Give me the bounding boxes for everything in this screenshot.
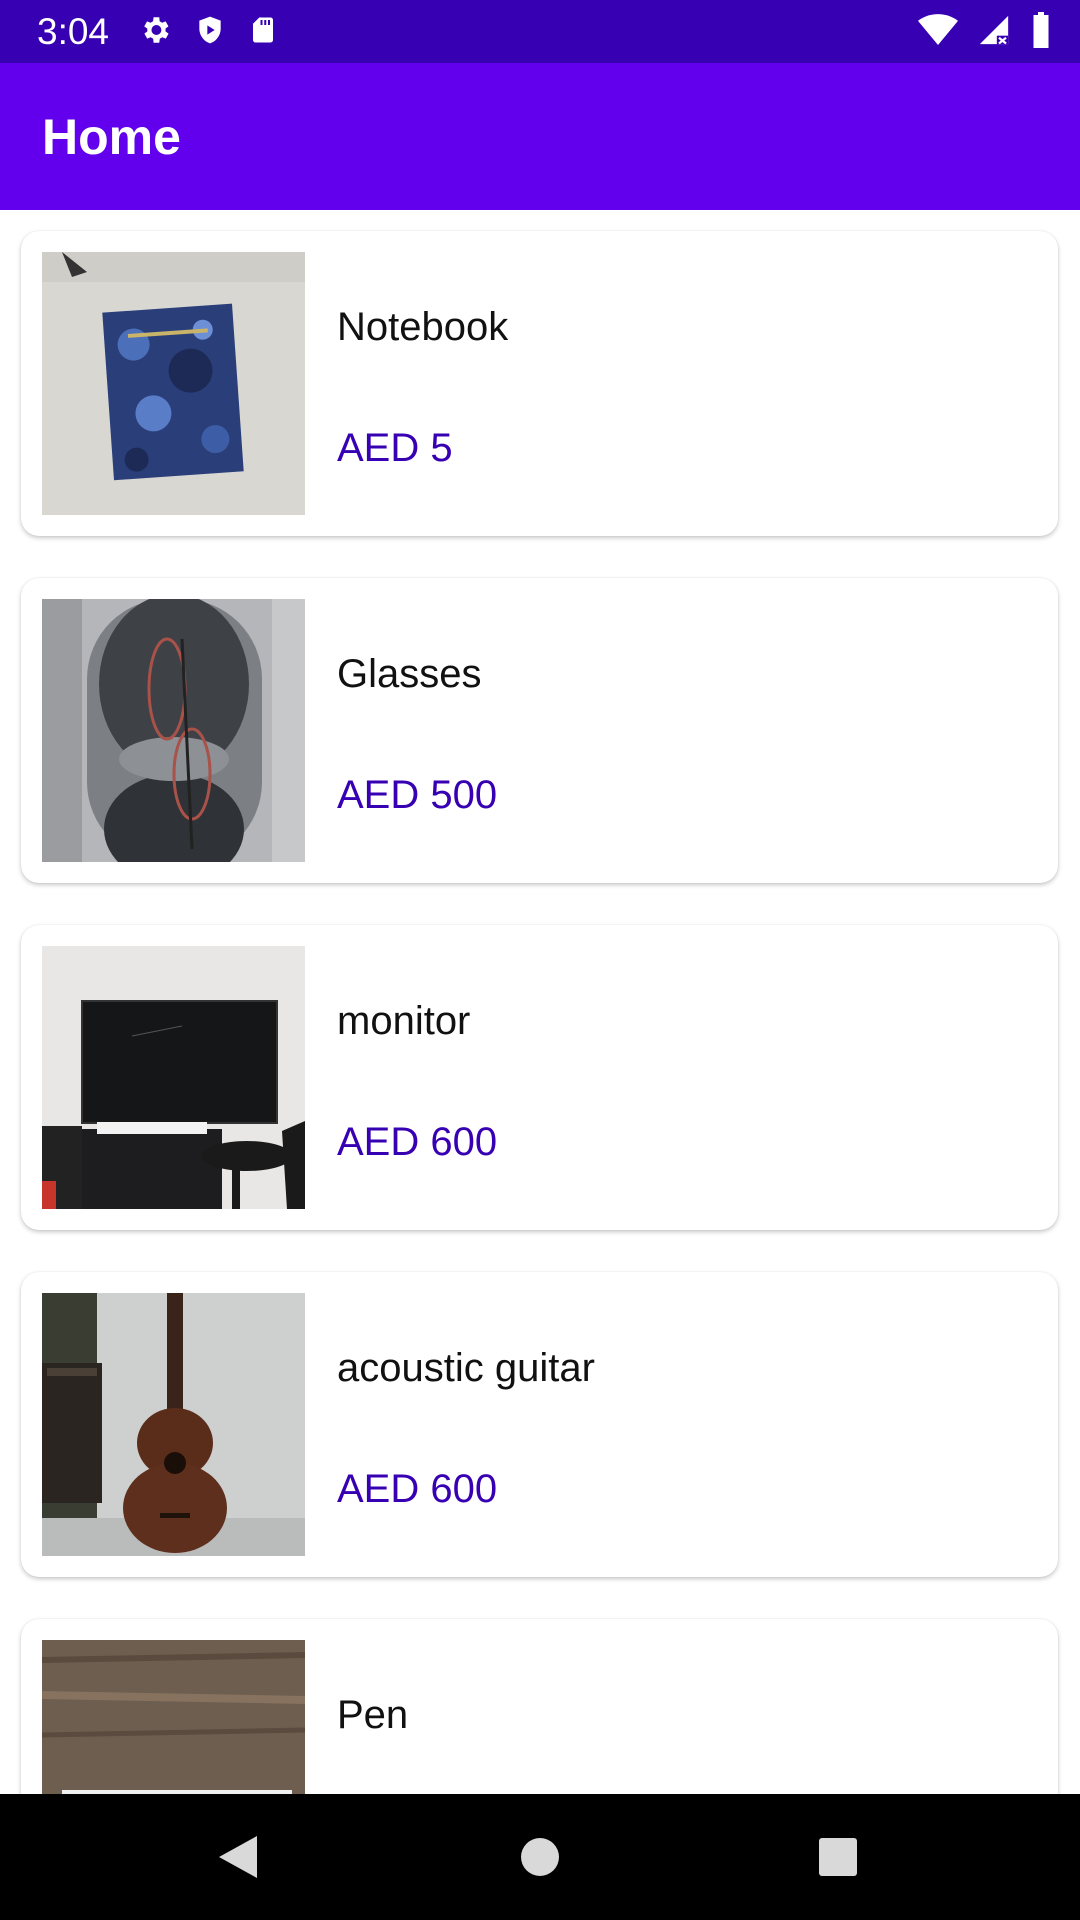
product-image [42,1640,305,1794]
product-name: Glasses [337,652,482,696]
page-title: Home [42,109,181,165]
battery-icon [1030,12,1052,53]
signal-icon [976,13,1012,52]
product-price: AED 5 [337,426,453,470]
product-card[interactable]: monitor AED 600 [21,925,1058,1230]
recents-icon[interactable] [803,1822,873,1892]
product-price: AED 500 [337,773,498,817]
wifi-icon [918,13,958,52]
product-price: AED 600 [337,1467,498,1511]
shield-icon [194,13,226,52]
product-image [42,599,305,862]
app-bar: Home [0,63,1080,210]
gear-icon [138,13,172,52]
product-image [42,946,305,1209]
navigation-bar [0,1794,1080,1920]
status-time: 3:04 [37,11,110,52]
product-image [42,252,305,515]
product-card[interactable]: Glasses AED 500 [21,578,1058,883]
product-image [42,1293,305,1556]
product-card[interactable]: Notebook AED 5 [21,231,1058,536]
product-card[interactable]: Pen [21,1619,1058,1794]
product-name: Notebook [337,305,509,349]
product-name: Pen [337,1693,409,1737]
sd-card-icon [248,13,278,52]
status-bar: 3:04 [0,0,1080,63]
product-card[interactable]: acoustic guitar AED 600 [21,1272,1058,1577]
product-price: AED 600 [337,1120,498,1164]
product-name: acoustic guitar [337,1346,595,1390]
home-icon[interactable] [505,1822,575,1892]
back-icon[interactable] [203,1822,273,1892]
product-name: monitor [337,999,471,1043]
product-list[interactable]: Notebook AED 5 Glasses AED 500 monitor A… [0,210,1080,1794]
